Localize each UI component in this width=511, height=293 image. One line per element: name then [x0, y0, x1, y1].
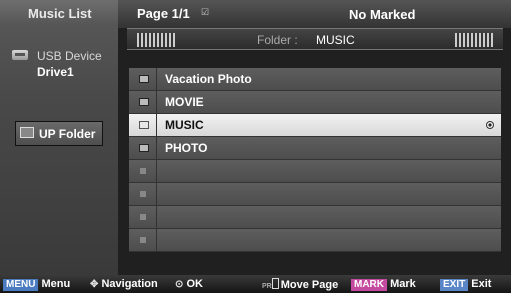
- footer-navigation: ✥ Navigation: [90, 278, 158, 290]
- up-folder-label: UP Folder: [39, 127, 96, 141]
- empty-row: [129, 160, 501, 183]
- footer-help-bar: MENU Menu ✥ Navigation ⊙ OK PR Move Page …: [0, 275, 511, 293]
- mark-label: Mark: [390, 278, 416, 290]
- current-folder-name: MUSIC: [316, 33, 355, 47]
- program-rocker-icon: [271, 278, 279, 289]
- navigation-icon: ✥: [90, 279, 99, 290]
- folder-icon: [139, 121, 149, 129]
- ok-label: OK: [186, 278, 203, 290]
- file-name: MUSIC: [165, 118, 204, 132]
- page-indicator: Page 1/1: [137, 6, 190, 21]
- row-icon-cell: [129, 68, 157, 90]
- decorative-stripes-left: [137, 33, 175, 47]
- selected-indicator-icon: [486, 121, 494, 129]
- file-list-row[interactable]: MOVIE: [129, 91, 501, 114]
- file-list-row[interactable]: PHOTO: [129, 137, 501, 160]
- row-icon-cell: [129, 114, 157, 136]
- sidebar: Music List USB Device Drive1 UP Folder: [0, 0, 118, 275]
- navigation-label: Navigation: [101, 278, 158, 290]
- mark-key: MARK: [351, 279, 387, 291]
- empty-row: [129, 229, 501, 252]
- menu-label: Menu: [41, 278, 71, 290]
- row-icon-cell: [129, 206, 157, 228]
- empty-row: [129, 183, 501, 206]
- row-icon-cell: [129, 183, 157, 205]
- exit-label: Exit: [471, 278, 492, 290]
- pr-text: PR: [262, 283, 272, 290]
- row-icon-cell: [129, 137, 157, 159]
- footer-exit[interactable]: EXIT Exit: [440, 278, 491, 291]
- music-list-title: Music List: [28, 6, 92, 21]
- empty-slot-icon: [140, 168, 146, 174]
- row-icon-cell: [129, 160, 157, 182]
- exit-key: EXIT: [440, 279, 469, 291]
- row-icon-cell: [129, 229, 157, 251]
- sidebar-title-bar: Music List: [0, 0, 118, 26]
- folder-icon: [139, 98, 149, 106]
- empty-slot-icon: [140, 191, 146, 197]
- empty-slot-icon: [140, 237, 146, 243]
- footer-menu[interactable]: MENU Menu: [3, 278, 70, 291]
- decorative-stripes-right: [455, 33, 493, 47]
- file-name: PHOTO: [165, 141, 208, 155]
- empty-row: [129, 206, 501, 229]
- usb-device-icon: [12, 50, 28, 60]
- file-list-row[interactable]: Vacation Photo: [129, 68, 501, 91]
- footer-mark[interactable]: MARK Mark: [351, 278, 416, 291]
- folder-caption: Folder :: [257, 33, 298, 47]
- mark-checkbox-icon: ☑: [201, 7, 210, 17]
- file-name: MOVIE: [165, 95, 204, 109]
- menu-key: MENU: [3, 279, 39, 291]
- empty-slot-icon: [140, 214, 146, 220]
- footer-move-page[interactable]: PR Move Page: [262, 278, 338, 291]
- folder-icon: [139, 144, 149, 152]
- folder-path-bar: Folder : MUSIC: [127, 28, 503, 50]
- move-page-label: Move Page: [280, 279, 339, 291]
- header-bar: Page 1/1 ☑ No Marked: [118, 0, 511, 28]
- footer-ok[interactable]: ⊙ OK: [175, 278, 203, 290]
- ok-icon: ⊙: [175, 279, 184, 290]
- file-list: Vacation Photo MOVIE MUSIC PHOTO: [129, 68, 501, 252]
- file-name: Vacation Photo: [165, 72, 252, 86]
- drive-label[interactable]: Drive1: [37, 65, 74, 79]
- up-folder-button[interactable]: UP Folder: [15, 121, 103, 146]
- music-list-screen: Music List USB Device Drive1 UP Folder P…: [0, 0, 511, 293]
- marked-status: No Marked: [349, 7, 416, 22]
- usb-device-label: USB Device: [37, 49, 102, 63]
- folder-icon: [139, 75, 149, 83]
- file-list-row[interactable]: MUSIC: [129, 114, 501, 137]
- row-icon-cell: [129, 91, 157, 113]
- folder-up-icon: [20, 127, 34, 138]
